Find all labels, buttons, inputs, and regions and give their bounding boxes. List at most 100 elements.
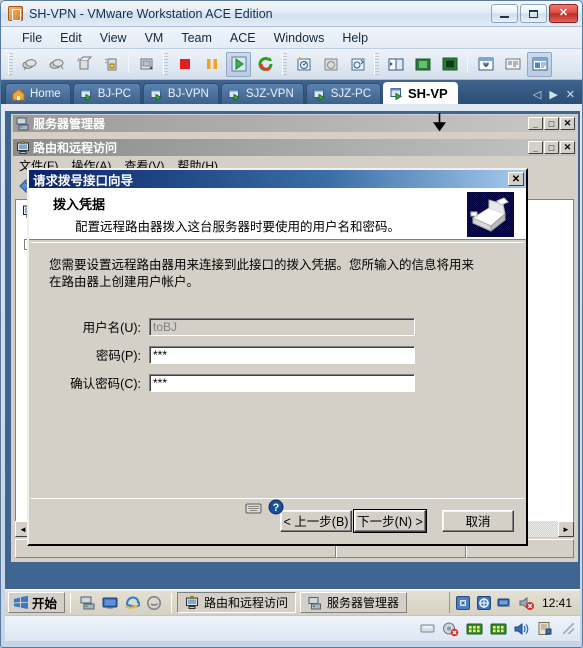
power-on-icon[interactable] (226, 51, 251, 77)
tab-home-label: Home (30, 88, 61, 100)
start-button[interactable]: 开始 (8, 592, 66, 613)
toolbar-separator-2 (467, 55, 468, 73)
tab-sjz-vpn[interactable]: SJZ-VPN (220, 83, 304, 104)
capture-movie-icon[interactable] (98, 52, 123, 77)
sm-minimize-button[interactable]: _ (528, 117, 543, 130)
security-tray-icon[interactable] (476, 595, 492, 611)
clone-vm-icon[interactable] (134, 52, 159, 77)
tab-sjz-pc-label: SJZ-PC (330, 88, 371, 100)
rras-title: 路由和远程访问 (33, 141, 118, 155)
tab-sjz-pc[interactable]: SJZ-PC (305, 83, 381, 104)
menu-vm[interactable]: VM (136, 29, 173, 47)
keyboard-icon[interactable] (245, 500, 262, 515)
console-view-icon[interactable] (527, 51, 552, 77)
harddisk-status-icon[interactable] (442, 621, 459, 637)
resize-grip[interactable] (563, 623, 574, 634)
floppy-status-icon[interactable] (420, 622, 435, 635)
show-sidebar-icon[interactable] (383, 52, 408, 77)
task-button-server-manager[interactable]: 服务器管理器 (300, 592, 408, 613)
tab-close-button[interactable]: ✕ (566, 90, 575, 101)
tab-bj-vpn-label: BJ-VPN (167, 88, 209, 100)
toolbar-grip[interactable] (8, 53, 13, 75)
snapshot-take-icon[interactable] (291, 52, 316, 77)
confirm-password-row: 确认密码(C): *** (31, 373, 524, 392)
wizard-titlebar: 请求拨号接口向导 ✕ (29, 170, 526, 188)
close-button[interactable]: ✕ (549, 4, 578, 23)
minimize-button[interactable] (491, 4, 518, 23)
snapshot-revert-icon[interactable] (318, 52, 343, 77)
server-manager-title: 服务器管理器 (33, 117, 106, 131)
volume-muted-tray-icon[interactable] (518, 595, 534, 611)
help-icon[interactable]: ? (268, 499, 284, 515)
dialup-credentials-icon (467, 192, 514, 237)
tab-bj-pc[interactable]: BJ-PC (72, 83, 141, 104)
wizard-body: 您需要设置远程路由器用来连接到此接口的拨入凭据。您所输入的信息将用来 在路由器上… (31, 242, 524, 498)
reset-icon[interactable] (253, 52, 278, 77)
wizard-close-button[interactable]: ✕ (508, 172, 524, 186)
snapshot-manage-icon[interactable] (345, 52, 370, 77)
menu-windows[interactable]: Windows (265, 29, 334, 47)
rras-icon (17, 140, 29, 154)
power-off-icon[interactable] (172, 52, 197, 77)
rras-maximize-button[interactable]: □ (544, 141, 559, 154)
sound-status-icon[interactable] (514, 622, 530, 636)
menu-help[interactable]: Help (333, 29, 377, 47)
rras-minimize-button[interactable]: _ (528, 141, 543, 154)
toolbar-grip-4[interactable] (374, 53, 379, 75)
suspend-icon[interactable] (199, 52, 224, 77)
maximize-button[interactable] (520, 4, 547, 23)
quick-launch-bar (76, 595, 166, 611)
tab-prev-button[interactable]: ◁ (533, 90, 541, 101)
printer-status-icon[interactable] (537, 621, 552, 636)
rras-window-controls: _ □ ✕ (528, 141, 576, 154)
username-field[interactable]: toBJ (149, 317, 415, 336)
tab-bj-vpn[interactable]: BJ-VPN (142, 83, 219, 104)
cancel-button[interactable]: 取消 (442, 509, 514, 532)
tab-sh-vpn[interactable]: SH-VP (383, 82, 458, 104)
menu-view[interactable]: View (91, 29, 136, 47)
next-button[interactable]: 下一步(N) > (353, 508, 427, 533)
server-manager-quick-icon[interactable] (80, 595, 96, 611)
power-on-snapshot-icon[interactable] (17, 52, 42, 77)
vm-settings-icon[interactable] (473, 52, 498, 77)
scroll-right-arrow[interactable]: ► (558, 521, 574, 537)
network-config-tray-icon[interactable] (455, 595, 471, 611)
sm-maximize-button[interactable]: □ (544, 117, 559, 130)
back-button[interactable]: < 上一步(B) (280, 509, 352, 532)
server-manager-titlebar: 服务器管理器 _ □ ✕ (13, 112, 576, 132)
task-button-rras[interactable]: 路由和远程访问 (177, 592, 297, 613)
demand-dial-interface-wizard[interactable]: 请求拨号接口向导 ✕ 拨入凭据 配置远程路由器拨入这台服务器时要使用的用户名和密… (27, 168, 528, 546)
snapshot-manager-icon[interactable] (71, 52, 96, 77)
confirm-password-field[interactable]: *** (149, 373, 415, 392)
rras-icon (186, 595, 199, 609)
toolbar-grip-3[interactable] (282, 53, 287, 75)
fullscreen-icon[interactable] (437, 52, 462, 77)
revert-snapshot-icon[interactable] (44, 52, 69, 77)
windows-flag-icon (14, 595, 28, 609)
menu-file[interactable]: File (13, 29, 51, 47)
network-tray-icon[interactable] (497, 595, 513, 611)
tab-next-button[interactable]: ▶ (549, 90, 557, 101)
vm-icon (228, 88, 240, 101)
rras-titlebar: 路由和远程访问 _ □ ✕ (13, 139, 576, 156)
menu-team[interactable]: Team (172, 29, 221, 47)
sm-close-button[interactable]: ✕ (560, 117, 575, 130)
toolbar-grip-2[interactable] (163, 53, 168, 75)
password-field[interactable]: *** (149, 345, 415, 364)
rras-close-button[interactable]: ✕ (560, 141, 575, 154)
ie-alt-icon[interactable] (146, 595, 162, 611)
taskbar-separator-1 (70, 592, 72, 613)
summary-view-icon[interactable] (500, 52, 525, 77)
network1-status-icon[interactable] (466, 622, 483, 636)
vm-icon (313, 88, 325, 101)
tab-home[interactable]: Home (5, 83, 71, 104)
wizard-header: 拨入凭据 配置远程路由器拨入这台服务器时要使用的用户名和密码。 (29, 188, 526, 240)
vmware-workstation-window: SH-VPN - VMware Workstation ACE Edition … (0, 0, 583, 648)
quick-switch-icon[interactable] (410, 52, 435, 77)
menu-ace[interactable]: ACE (221, 29, 265, 47)
show-desktop-icon[interactable] (102, 595, 118, 611)
internet-explorer-icon[interactable] (124, 595, 141, 611)
network2-status-icon[interactable] (490, 622, 507, 636)
menu-edit[interactable]: Edit (51, 29, 91, 47)
guest-screen[interactable]: 服务器管理器 _ □ ✕ 路由和远程访问 _ □ ✕ 文件(F) 操作(A) 查… (5, 111, 580, 589)
